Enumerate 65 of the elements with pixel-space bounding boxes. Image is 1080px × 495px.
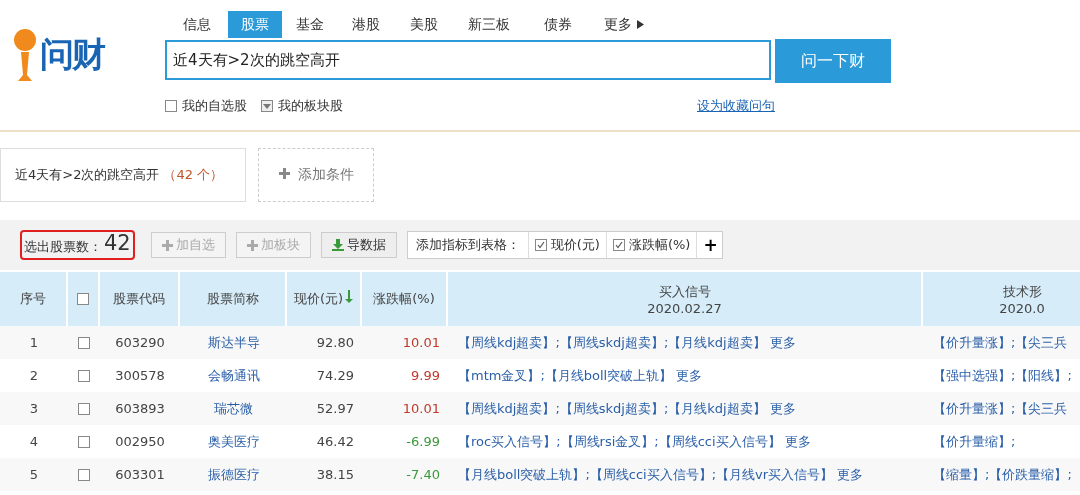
signal-links[interactable]: 【roc买入信号】;【周线rsi金叉】;【周线cci买入信号】 更多: [458, 432, 811, 451]
option-label: 我的板块股: [278, 97, 343, 115]
nav-tab[interactable]: 新三板: [454, 11, 523, 38]
nav-tab[interactable]: 更多: [592, 11, 656, 38]
result-count: 42: [104, 230, 131, 256]
nav-tab[interactable]: 信息: [165, 11, 228, 38]
nav-tab[interactable]: 基金: [282, 11, 338, 38]
table-cell: 603290: [100, 326, 180, 359]
table-cell: 38.15: [287, 458, 362, 491]
add-condition-button[interactable]: 添加条件: [258, 148, 374, 202]
header-date: 2020.02.27: [647, 300, 722, 316]
select-all-checkbox[interactable]: [77, 293, 89, 305]
change-cell: -7.40: [362, 458, 448, 491]
header-date: 2020.0: [999, 300, 1045, 316]
condition-count: （42 个）: [163, 166, 224, 184]
pattern-links[interactable]: 【强中选强】;【阳线】;: [933, 366, 1072, 385]
nav-tab[interactable]: 美股: [394, 11, 454, 38]
indicator-name: 涨跌幅(%): [628, 236, 691, 254]
header-text: 涨跌幅(%): [373, 290, 435, 308]
indicator-name: 现价(元): [550, 236, 600, 254]
header-text: 股票简称: [206, 290, 259, 308]
row-checkbox[interactable]: [78, 402, 90, 415]
plus-icon: [161, 239, 173, 251]
table-cell: 603301: [100, 458, 180, 491]
nav-tab[interactable]: 港股: [338, 11, 394, 38]
table-cell: 603893: [100, 392, 180, 425]
table-cell: 1: [0, 326, 68, 359]
header-text: 股票代码: [113, 290, 165, 308]
stock-name-link[interactable]: 斯达半导: [180, 326, 287, 359]
row-checkbox[interactable]: [78, 336, 90, 349]
logo-text: 问财: [40, 33, 104, 76]
header-text: 序号: [20, 290, 46, 308]
change-cell: 10.01: [362, 392, 448, 425]
stock-name-link[interactable]: 振德医疗: [180, 458, 287, 491]
dropdown-toggle[interactable]: [261, 100, 273, 112]
header-text: 现价(元): [293, 290, 354, 308]
plus-icon: [246, 239, 258, 251]
signal-links[interactable]: 【mtm金叉】;【月线boll突破上轨】 更多: [458, 366, 703, 385]
row-checkbox[interactable]: [78, 468, 90, 481]
header-text: 买入信号: [658, 282, 711, 301]
checkbox[interactable]: [534, 239, 547, 251]
checkbox[interactable]: [165, 100, 177, 112]
download-icon: [331, 239, 344, 251]
table-cell: 52.97: [287, 392, 362, 425]
nav-tab[interactable]: 债券: [523, 11, 592, 38]
header-text: 技术形: [1002, 282, 1042, 301]
stock-name-link[interactable]: 瑞芯微: [180, 392, 287, 425]
change-cell: 10.01: [362, 326, 448, 359]
table-cell: 92.80: [287, 326, 362, 359]
search-field[interactable]: 近4天有>2次的跳空高开: [165, 40, 771, 80]
pattern-links[interactable]: 【价升量缩】;: [933, 432, 1016, 451]
option-label: 我的自选股: [182, 97, 247, 115]
caret-down-icon: [263, 103, 271, 109]
favorite-link[interactable]: 设为收藏问句: [697, 97, 775, 115]
checkbox[interactable]: [612, 239, 625, 251]
row-checkbox[interactable]: [78, 369, 90, 382]
caret-icon: [636, 20, 644, 29]
indicator-label: 添加指标到表格：: [414, 236, 521, 254]
condition-text: 近4天有>2次的跳空高开: [15, 166, 160, 184]
result-label: 选出股票数：: [24, 238, 102, 256]
table-cell: 3: [0, 392, 68, 425]
toolbar-button[interactable]: 导数据: [320, 232, 397, 258]
plus-icon: [278, 168, 290, 179]
row-checkbox[interactable]: [78, 435, 90, 448]
table-cell: 5: [0, 458, 68, 491]
